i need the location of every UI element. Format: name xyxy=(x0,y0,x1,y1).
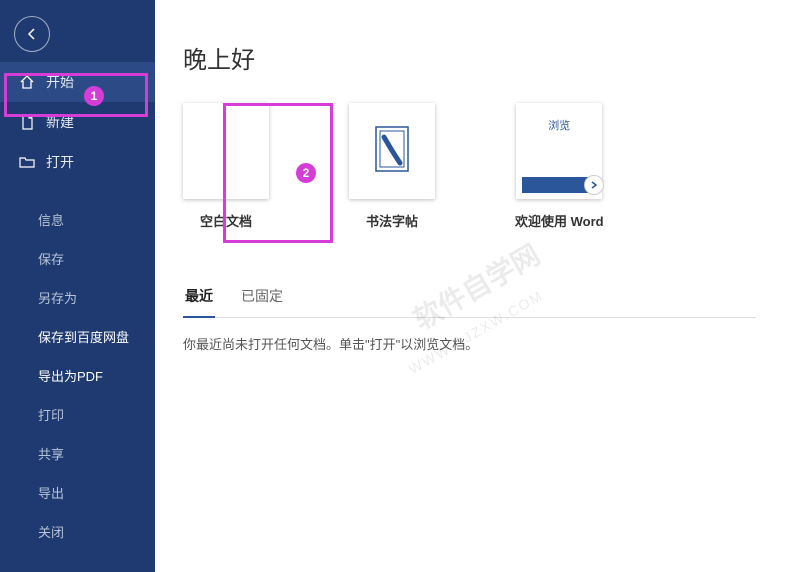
nav-export[interactable]: 导出 xyxy=(0,473,155,512)
template-welcome[interactable]: 浏览 欢迎使用 Word xyxy=(515,103,604,230)
nav-share[interactable]: 共享 xyxy=(0,434,155,473)
nav-label: 导出 xyxy=(38,483,64,502)
nav-label: 信息 xyxy=(38,210,64,229)
template-thumb-calligraphy xyxy=(349,103,435,199)
template-calligraphy[interactable]: 书法字帖 xyxy=(349,103,435,230)
welcome-thumb-bar xyxy=(522,177,596,193)
template-label: 欢迎使用 Word xyxy=(515,211,604,230)
nav-label: 保存到百度网盘 xyxy=(38,327,129,346)
nav-label: 导出为PDF xyxy=(38,366,103,385)
nav-save-as[interactable]: 另存为 xyxy=(0,278,155,317)
nav-open[interactable]: 打开 xyxy=(0,142,155,182)
template-blank[interactable]: 空白文档 xyxy=(183,103,269,230)
nav-info[interactable]: 信息 xyxy=(0,200,155,239)
nav-save-baidu[interactable]: 保存到百度网盘 xyxy=(0,317,155,356)
back-arrow-icon xyxy=(24,26,40,42)
annotation-callout-2: 2 xyxy=(296,163,316,183)
recent-tabs: 最近 已固定 xyxy=(183,280,756,318)
calligraphy-icon xyxy=(370,123,414,179)
back-button[interactable] xyxy=(14,16,50,52)
welcome-thumb-text: 浏览 xyxy=(548,117,570,133)
nav-label: 打印 xyxy=(38,405,64,424)
nav-print[interactable]: 打印 xyxy=(0,395,155,434)
template-label: 书法字帖 xyxy=(366,211,418,230)
nav-label: 另存为 xyxy=(38,288,77,307)
nav-close[interactable]: 关闭 xyxy=(0,512,155,551)
empty-recent-message: 你最近尚未打开任何文档。单击"打开"以浏览文档。 xyxy=(183,334,756,353)
template-thumb-blank xyxy=(183,103,269,199)
nav-label: 打开 xyxy=(46,152,74,172)
sidebar: 开始 新建 打开 信息 保存 另存为 保存到百度网盘 导出为PDF 打印 共享 … xyxy=(0,0,155,572)
file-icon xyxy=(18,113,36,131)
main-panel: 晚上好 空白文档 书法字帖 浏览 xyxy=(155,0,796,572)
template-row: 空白文档 书法字帖 浏览 xyxy=(183,103,756,230)
annotation-callout-1: 1 xyxy=(84,86,104,106)
nav-new[interactable]: 新建 xyxy=(0,102,155,142)
home-icon xyxy=(18,73,36,91)
nav-label: 共享 xyxy=(38,444,64,463)
arrow-right-icon xyxy=(584,175,604,195)
nav-home[interactable]: 开始 xyxy=(0,62,155,102)
greeting: 晚上好 xyxy=(183,40,756,75)
tab-pinned[interactable]: 已固定 xyxy=(239,280,285,317)
nav-export-pdf[interactable]: 导出为PDF xyxy=(0,356,155,395)
tab-label: 最近 xyxy=(185,288,213,304)
nav-label: 开始 xyxy=(46,72,74,92)
template-thumb-welcome: 浏览 xyxy=(516,103,602,199)
nav-label: 新建 xyxy=(46,112,74,132)
nav-label: 关闭 xyxy=(38,522,64,541)
tab-label: 已固定 xyxy=(241,288,283,304)
nav-save[interactable]: 保存 xyxy=(0,239,155,278)
tab-recent[interactable]: 最近 xyxy=(183,280,215,318)
nav-label: 保存 xyxy=(38,249,64,268)
template-label: 空白文档 xyxy=(200,211,252,230)
folder-icon xyxy=(18,153,36,171)
